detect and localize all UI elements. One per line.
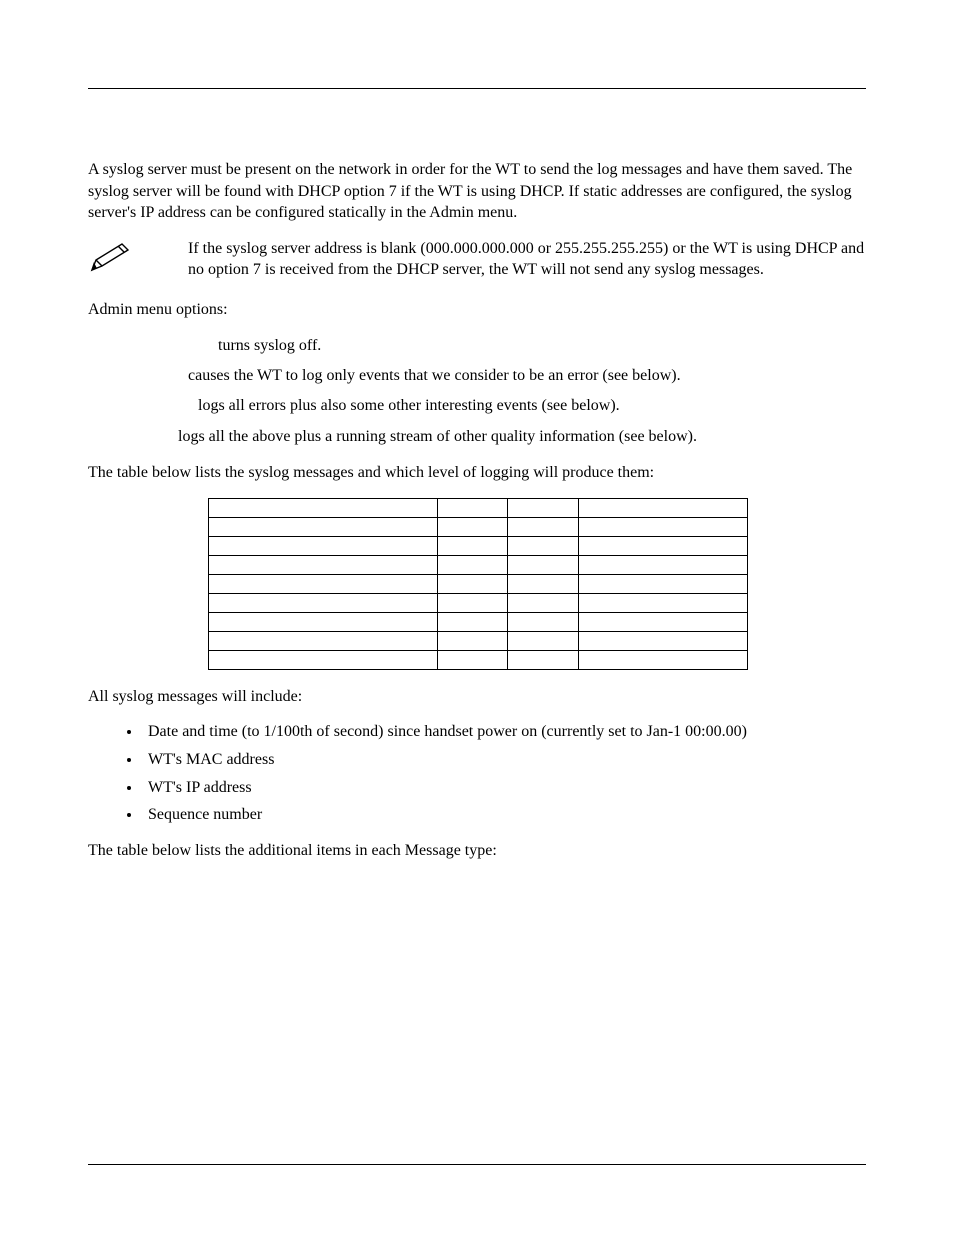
table-cell (508, 574, 578, 593)
option-errors: causes the WT to log only events that we… (88, 365, 866, 387)
table-cell (209, 650, 438, 669)
table-row (209, 612, 748, 631)
table-cell (437, 650, 507, 669)
table-cell (578, 517, 747, 536)
option-full: logs all the above plus a running stream… (88, 426, 866, 448)
table-cell (508, 631, 578, 650)
table-row (209, 536, 748, 555)
pencil-icon (88, 240, 132, 279)
table-cell (209, 555, 438, 574)
note-text: If the syslog server address is blank (0… (188, 238, 866, 281)
table-row (209, 631, 748, 650)
includes-list: Date and time (to 1/100th of second) sin… (88, 721, 866, 825)
table-cell (508, 517, 578, 536)
list-item: Sequence number (142, 804, 866, 826)
table-cell (578, 574, 747, 593)
table-cell (209, 593, 438, 612)
table-cell (209, 536, 438, 555)
admin-options-list: turns syslog off. causes the WT to log o… (88, 335, 866, 449)
paragraph-intro: A syslog server must be present on the n… (88, 159, 866, 224)
table-cell (209, 631, 438, 650)
option-events: logs all errors plus also some other int… (88, 395, 866, 417)
header-rule (88, 88, 866, 89)
table-cell (437, 593, 507, 612)
table-row (209, 593, 748, 612)
table-row (209, 650, 748, 669)
table-row (209, 517, 748, 536)
table-cell (508, 650, 578, 669)
table-cell (578, 631, 747, 650)
syslog-table (208, 498, 748, 670)
table-cell (578, 650, 747, 669)
table-cell (209, 612, 438, 631)
table-cell (508, 536, 578, 555)
footer-rule (88, 1164, 866, 1165)
table-cell (437, 631, 507, 650)
list-item: WT's IP address (142, 777, 866, 799)
table-cell (437, 498, 507, 517)
table-cell (508, 593, 578, 612)
table-cell (437, 555, 507, 574)
table-cell (508, 498, 578, 517)
includes-intro: All syslog messages will include: (88, 686, 866, 708)
admin-heading: Admin menu options: (88, 299, 866, 321)
table-cell (209, 517, 438, 536)
table-cell (578, 536, 747, 555)
table-cell (508, 555, 578, 574)
table-cell (209, 574, 438, 593)
option-off: turns syslog off. (88, 335, 866, 357)
list-item: WT's MAC address (142, 749, 866, 771)
table-cell (437, 517, 507, 536)
table-cell (437, 612, 507, 631)
table-cell (437, 574, 507, 593)
table-row (209, 555, 748, 574)
table-cell (578, 498, 747, 517)
table-cell (578, 555, 747, 574)
table-row (209, 574, 748, 593)
table-row (209, 498, 748, 517)
list-item: Date and time (to 1/100th of second) sin… (142, 721, 866, 743)
table-intro: The table below lists the syslog message… (88, 462, 866, 484)
table-cell (578, 612, 747, 631)
table-cell (508, 612, 578, 631)
table-cell (437, 536, 507, 555)
table-cell (578, 593, 747, 612)
closing-paragraph: The table below lists the additional ite… (88, 840, 866, 862)
note-block: If the syslog server address is blank (0… (88, 238, 866, 281)
table-cell (209, 498, 438, 517)
